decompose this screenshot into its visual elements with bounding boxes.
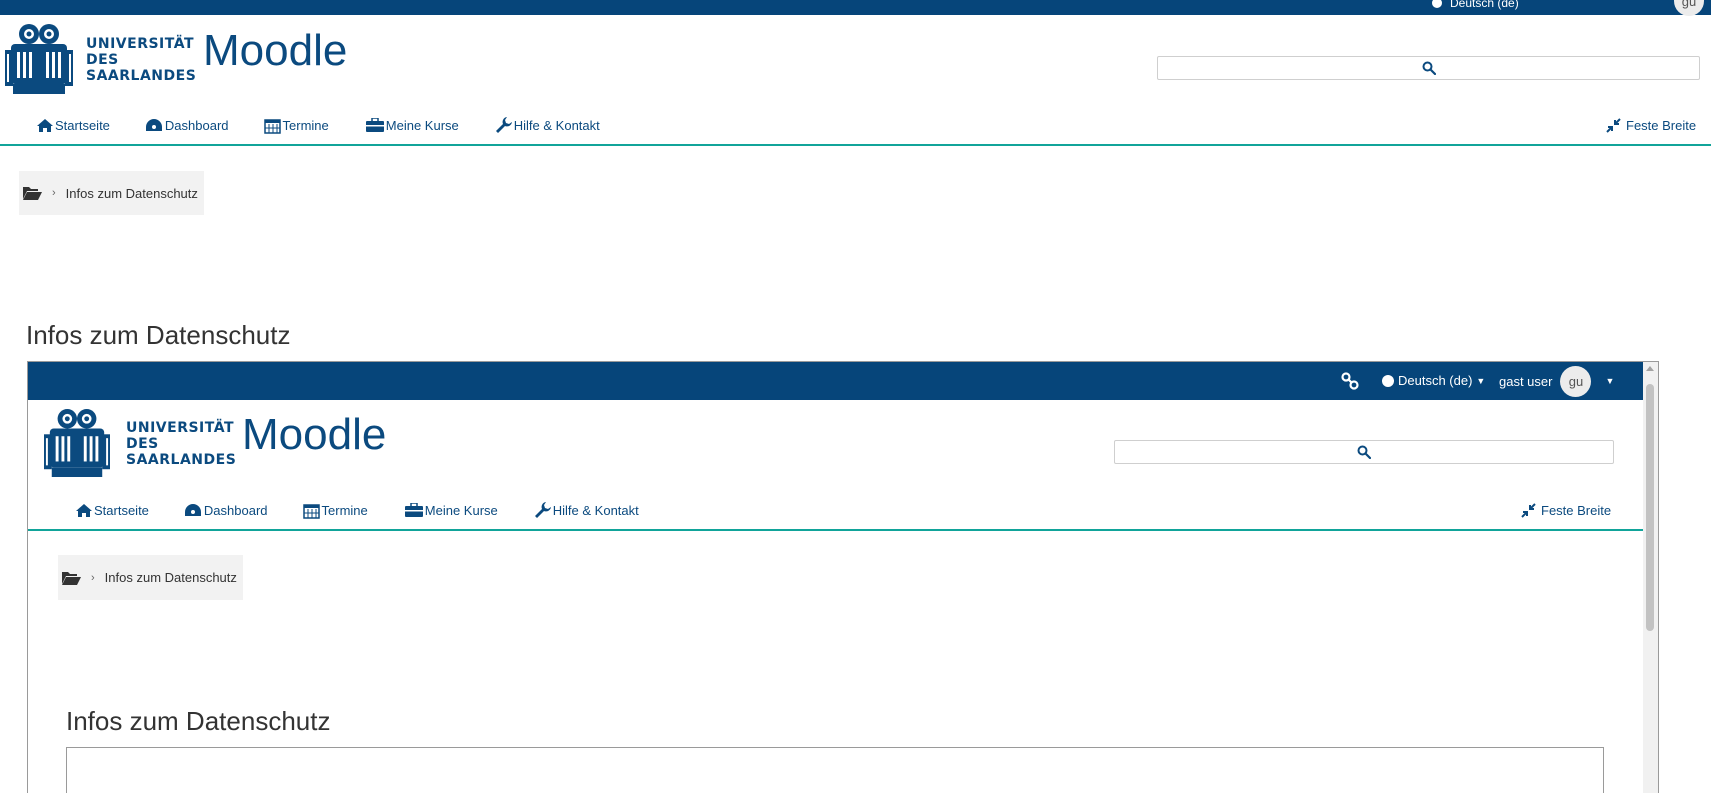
app-title[interactable]: Moodle bbox=[203, 26, 347, 76]
frame-compress-icon bbox=[1521, 502, 1536, 518]
frame-avatar: gu bbox=[1560, 365, 1592, 397]
frame-home-icon bbox=[76, 503, 92, 517]
frame-nav-item-startseite[interactable]: Startseite bbox=[76, 503, 149, 518]
frame-university-name: UNIVERSITÄT DES SAARLANDES bbox=[126, 420, 237, 469]
frame-nav-underline bbox=[28, 529, 1643, 531]
nav-item-termine[interactable]: Termine bbox=[263, 117, 329, 134]
frame-wrench-icon bbox=[534, 502, 551, 518]
frame-main-nav: Startseite Dashboard Termine Meine Kurse… bbox=[76, 501, 639, 519]
frame-breadcrumb: › Infos zum Datenschutz bbox=[58, 555, 243, 600]
dashboard-icon bbox=[145, 119, 162, 131]
page-title: Infos zum Datenschutz bbox=[26, 320, 291, 350]
breadcrumb-separator: › bbox=[52, 187, 56, 199]
nav-item-hilfe-kontakt[interactable]: Hilfe & Kontakt bbox=[495, 117, 600, 133]
user-menu-partial[interactable]: Deutsch (de) bbox=[1432, 0, 1519, 14]
user-chevron-down-icon: ▼ bbox=[1605, 376, 1615, 386]
university-logo[interactable] bbox=[5, 22, 73, 98]
globe-icon bbox=[1382, 374, 1394, 387]
frame-nav-item-meine-kurse[interactable]: Meine Kurse bbox=[404, 503, 498, 518]
calendar-icon bbox=[263, 118, 281, 134]
frame-calendar-icon bbox=[302, 503, 320, 519]
frame-search-field[interactable] bbox=[1114, 440, 1614, 464]
embedded-frame[interactable]: Deutsch (de) ▼ gast user gu ▼ UNIVERSITÄ… bbox=[27, 361, 1659, 793]
frame-scrollbar[interactable] bbox=[1643, 362, 1658, 793]
language-selector[interactable]: Deutsch (de) bbox=[1450, 0, 1519, 10]
nested-frame[interactable] bbox=[66, 747, 1604, 793]
search-field[interactable] bbox=[1157, 56, 1700, 80]
frame-folder-open-icon[interactable] bbox=[62, 571, 81, 585]
university-name: UNIVERSITÄT DES SAARLANDES bbox=[86, 36, 197, 85]
frame-top-bar: Deutsch (de) ▼ gast user gu ▼ bbox=[28, 362, 1643, 400]
nav-item-dashboard[interactable]: Dashboard bbox=[145, 118, 229, 133]
nav-item-startseite[interactable]: Startseite bbox=[37, 118, 110, 133]
wrench-icon bbox=[495, 117, 512, 133]
nav-underline bbox=[0, 144, 1711, 146]
language-icon bbox=[1432, 0, 1442, 8]
link-icon[interactable] bbox=[1341, 372, 1359, 390]
fixed-width-toggle[interactable]: Feste Breite bbox=[1606, 116, 1696, 134]
chevron-down-icon: ▼ bbox=[1476, 375, 1486, 386]
frame-owl-logo-icon bbox=[44, 409, 110, 477]
frame-breadcrumb-separator: › bbox=[91, 571, 95, 584]
frame-language-selector[interactable]: Deutsch (de) ▼ bbox=[1382, 373, 1485, 388]
owl-logo-icon bbox=[5, 24, 73, 94]
breadcrumb: › Infos zum Datenschutz bbox=[19, 171, 204, 215]
frame-dashboard-icon bbox=[184, 504, 201, 516]
breadcrumb-current: Infos zum Datenschutz bbox=[65, 185, 198, 201]
frame-fixed-width-toggle[interactable]: Feste Breite bbox=[1521, 501, 1611, 519]
frame-briefcase-icon bbox=[404, 503, 423, 517]
frame-breadcrumb-current: Infos zum Datenschutz bbox=[104, 570, 237, 585]
frame-user-menu[interactable]: gast user gu ▼ bbox=[1499, 365, 1615, 397]
search-icon[interactable] bbox=[1422, 61, 1436, 75]
folder-open-icon[interactable] bbox=[23, 186, 42, 200]
main-nav: Startseite Dashboard Termine Meine Kurse… bbox=[37, 116, 600, 134]
avatar[interactable]: gu bbox=[1674, 0, 1704, 16]
compress-icon bbox=[1606, 117, 1621, 133]
home-icon bbox=[37, 118, 53, 132]
frame-search-icon[interactable] bbox=[1357, 445, 1371, 459]
nav-item-meine-kurse[interactable]: Meine Kurse bbox=[365, 118, 459, 133]
scroll-up-arrow-icon[interactable] bbox=[1646, 366, 1654, 371]
frame-nav-item-termine[interactable]: Termine bbox=[302, 502, 368, 519]
briefcase-icon bbox=[365, 118, 384, 132]
frame-nav-item-dashboard[interactable]: Dashboard bbox=[184, 503, 268, 518]
frame-nav-item-hilfe-kontakt[interactable]: Hilfe & Kontakt bbox=[534, 502, 639, 518]
scrollbar-thumb[interactable] bbox=[1646, 384, 1654, 631]
frame-page-title: Infos zum Datenschutz bbox=[66, 706, 331, 736]
top-bar: Deutsch (de) gu bbox=[0, 0, 1711, 16]
frame-university-logo[interactable] bbox=[44, 407, 110, 481]
frame-app-title[interactable]: Moodle bbox=[242, 410, 386, 460]
